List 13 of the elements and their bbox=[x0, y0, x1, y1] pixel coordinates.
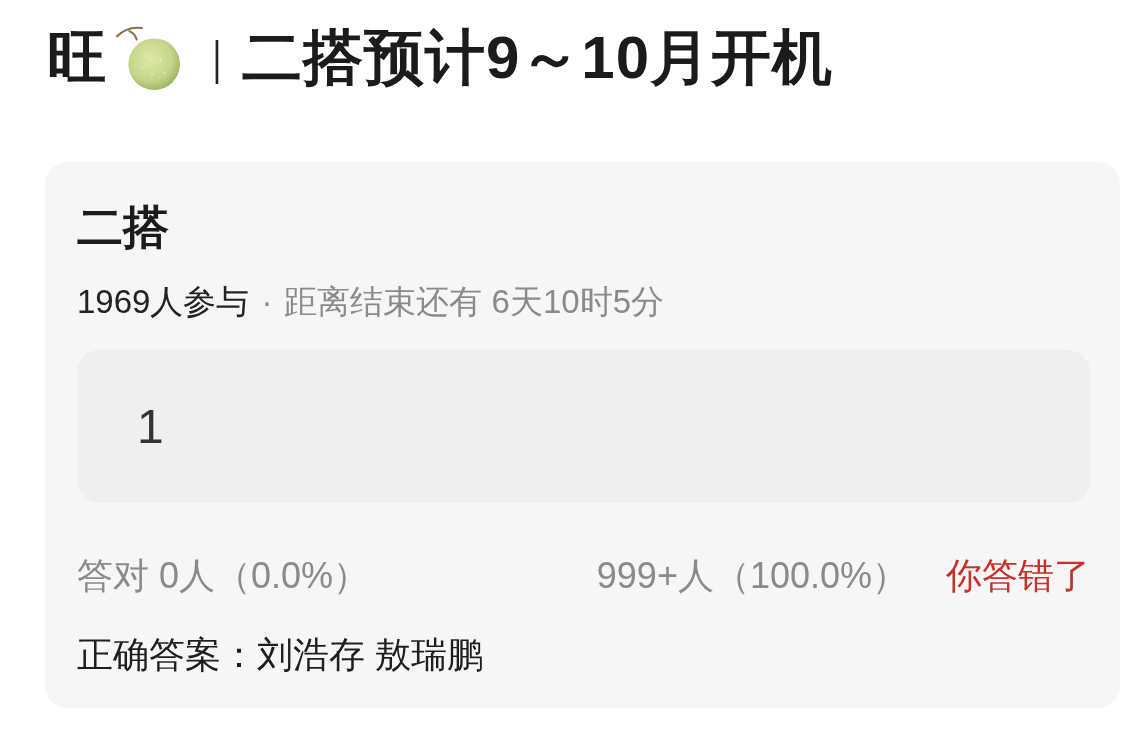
result-text: 你答错了 bbox=[946, 554, 1090, 599]
wrong-stats: 999+人（100.0%） bbox=[596, 554, 908, 599]
post-title: 二搭预计9～10月开机 bbox=[242, 25, 834, 91]
melon-icon bbox=[115, 25, 181, 91]
quiz-title: 二搭 bbox=[77, 202, 170, 253]
correct-stats: 答对 0人（0.0%） bbox=[77, 554, 370, 599]
title-separator: ｜ bbox=[195, 31, 238, 86]
correct-answer: 正确答案：刘浩存 敖瑞鹏 bbox=[77, 633, 484, 677]
answer-box: 1 bbox=[77, 350, 1090, 504]
separator-dot: · bbox=[261, 281, 273, 322]
participant-count: 1969人参与 bbox=[77, 281, 250, 322]
title-text: 旺 bbox=[47, 25, 107, 91]
time-remaining: 距离结束还有 6天10时5分 bbox=[284, 281, 664, 322]
